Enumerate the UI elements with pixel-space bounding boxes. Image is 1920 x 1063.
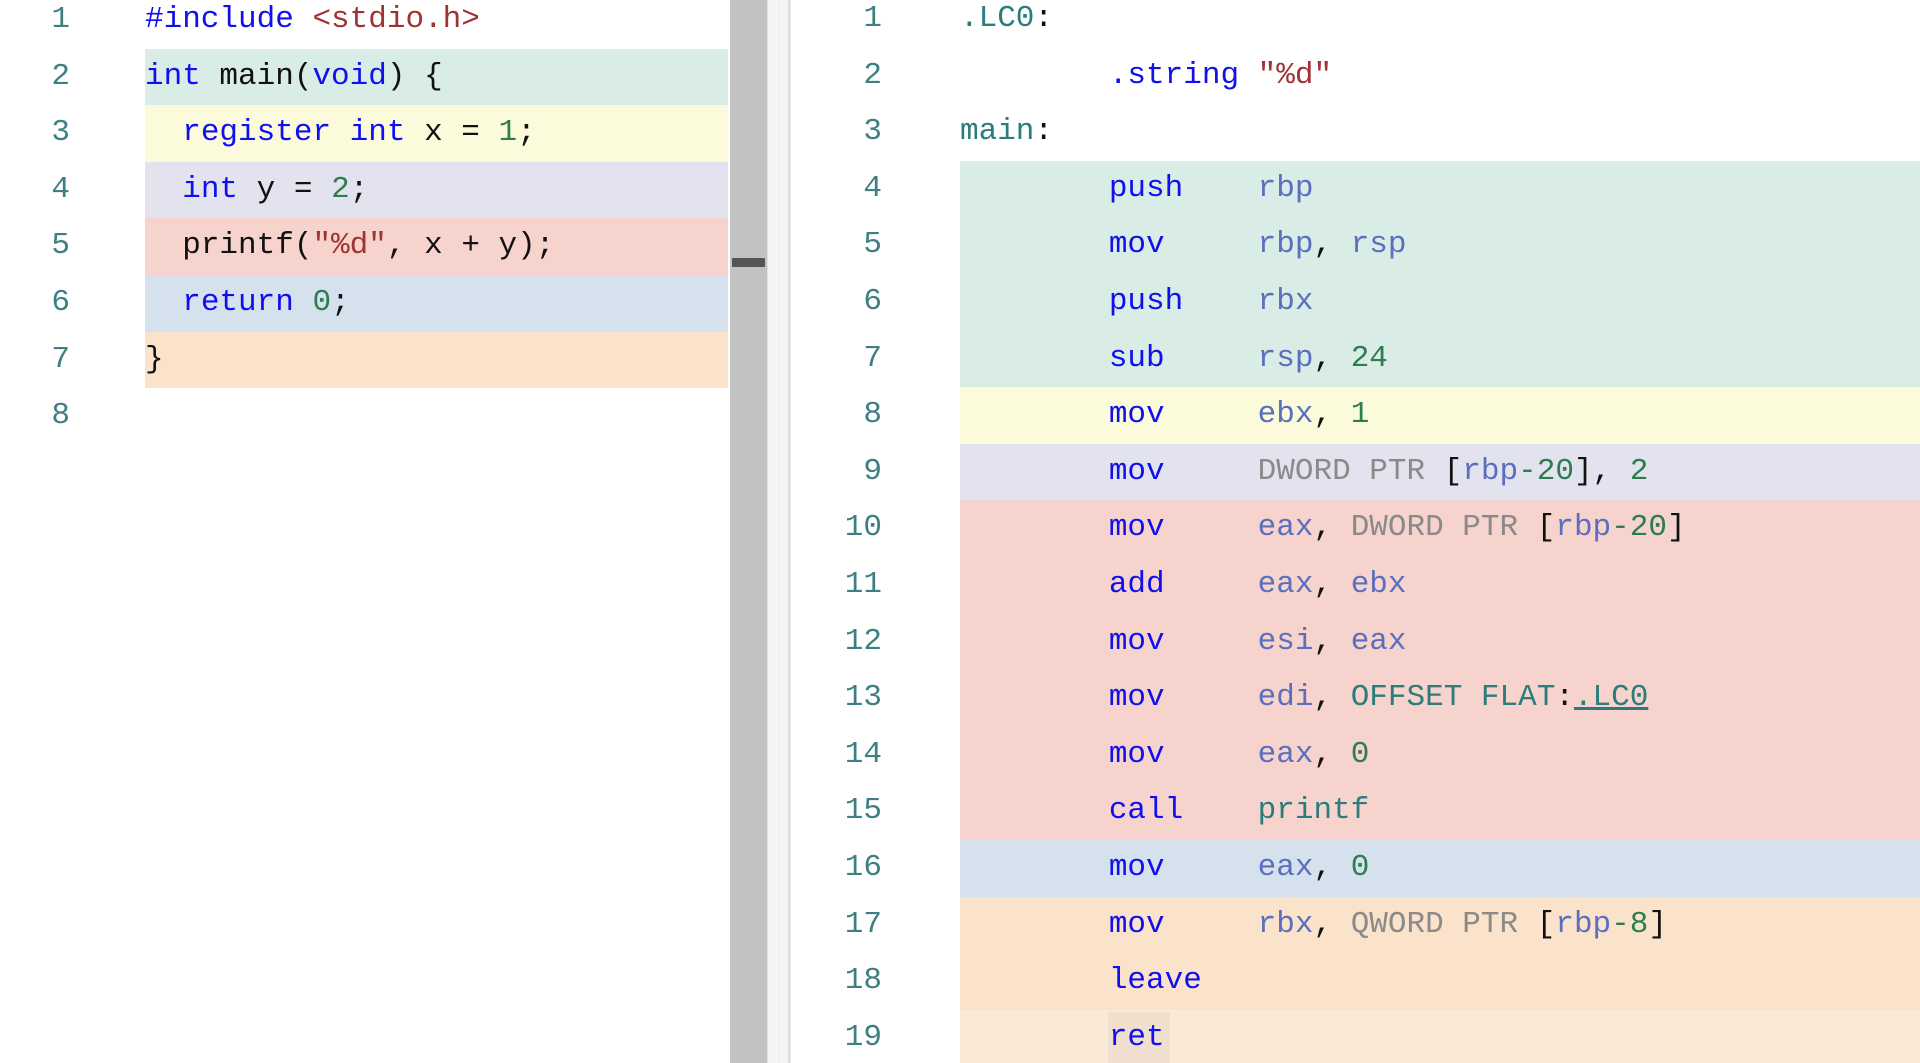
line-number: 18 [844, 963, 882, 999]
code-text[interactable]: return 0; [145, 275, 349, 332]
line-number: 7 [51, 341, 70, 377]
code-text[interactable]: ret [960, 1010, 1165, 1063]
pane-splitter[interactable] [767, 0, 790, 1063]
code-text[interactable]: .LC0: [960, 0, 1053, 48]
code-text[interactable]: push rbx [960, 274, 1314, 331]
line-number: 4 [863, 170, 882, 206]
code-text[interactable]: sub rsp, 24 [960, 331, 1388, 388]
code-text[interactable]: mov rbx, QWORD PTR [rbp-8] [960, 897, 1667, 954]
line-number: 10 [844, 510, 882, 546]
source-scrollbar-thumb[interactable] [732, 258, 765, 267]
editor-workspace: 1 #include <stdio.h> 2 int main(void) {3 re… [0, 0, 1920, 1063]
line-number: 19 [844, 1019, 882, 1055]
splitter-left-edge [767, 0, 768, 1063]
code-line[interactable]: 4 int y = 2; [0, 161, 730, 219]
line-number: 11 [844, 567, 882, 602]
line-number: 13 [844, 680, 882, 716]
code-text[interactable]: mov eax, DWORD PTR [rbp-20] [960, 500, 1686, 557]
code-line[interactable]: 5 mov rbp, rsp [790, 217, 1920, 274]
code-line[interactable]: 4 push rbp [790, 160, 1920, 218]
code-text[interactable]: mov eax, 0 [960, 840, 1369, 897]
code-line[interactable]: 6 return 0; [0, 275, 730, 332]
assembly-output-pane[interactable]: 1 .LC0: 2 .string "%d" 3 main: 4 push rbp 5 mo… [790, 0, 1920, 1063]
line-number: 8 [51, 398, 70, 434]
code-text[interactable]: mov edi, OFFSET FLAT:.LC0 [960, 670, 1649, 727]
code-line[interactable]: 7} [0, 331, 730, 389]
line-number: 2 [863, 57, 882, 93]
code-text[interactable]: main: [960, 104, 1053, 161]
line-number: 9 [863, 453, 882, 489]
code-line[interactable]: 1 #include <stdio.h> [0, 0, 730, 49]
code-line[interactable]: 2 int main(void) { [0, 48, 730, 106]
code-text[interactable]: add eax, ebx [960, 557, 1407, 614]
code-line[interactable]: 3 register int x = 1; [0, 105, 730, 162]
line-number: 3 [51, 115, 70, 151]
code-line[interactable]: 10 mov eax, DWORD PTR [rbp-20] [790, 500, 1920, 557]
code-line[interactable]: 14 mov eax, 0 [790, 726, 1920, 784]
code-line[interactable]: 1 .LC0: [790, 0, 1920, 48]
code-text[interactable]: int y = 2; [145, 162, 368, 219]
line-number: 17 [844, 906, 882, 942]
code-text[interactable]: mov DWORD PTR [rbp-20], 2 [960, 444, 1649, 501]
code-text[interactable]: leave [960, 953, 1202, 1010]
code-text[interactable]: mov rbp, rsp [960, 217, 1407, 274]
code-line[interactable]: 12 mov esi, eax [790, 613, 1920, 671]
line-number: 6 [863, 284, 882, 319]
line-number: 4 [51, 171, 70, 207]
line-number: 5 [51, 228, 70, 264]
code-text[interactable]: push rbp [960, 161, 1314, 218]
source-scrollbar-track[interactable] [730, 0, 767, 1063]
code-line[interactable]: 7 sub rsp, 24 [790, 330, 1920, 388]
code-line[interactable]: 15 call printf [790, 783, 1920, 840]
code-text[interactable]: mov eax, 0 [960, 727, 1369, 784]
source-code-pane[interactable]: 1 #include <stdio.h> 2 int main(void) {3 re… [0, 0, 730, 1063]
line-number: 1 [863, 1, 882, 36]
code-line[interactable]: 13 mov edi, OFFSET FLAT:.LC0 [790, 670, 1920, 727]
code-text[interactable]: printf("%d", x + y); [145, 218, 554, 275]
line-highlight [145, 331, 728, 389]
line-number: 14 [844, 736, 882, 772]
code-line[interactable]: 17 mov rbx, QWORD PTR [rbp-8] [790, 896, 1920, 954]
line-number: 16 [844, 850, 882, 885]
code-line[interactable]: 5 printf("%d", x + y); [0, 218, 730, 275]
code-text[interactable]: mov esi, eax [960, 614, 1407, 671]
code-text[interactable]: register int x = 1; [145, 105, 536, 162]
line-number: 8 [863, 397, 882, 433]
line-number: 2 [51, 58, 70, 94]
code-line[interactable]: 2 .string "%d" [790, 48, 1920, 105]
splitter-grip-icon [778, 0, 779, 1063]
code-line[interactable]: 16 mov eax, 0 [790, 840, 1920, 897]
code-text[interactable]: #include <stdio.h> [145, 0, 480, 49]
line-number: 6 [51, 285, 70, 320]
line-number: 3 [863, 114, 882, 150]
line-number: 12 [844, 623, 882, 659]
code-line[interactable]: 8 mov ebx, 1 [790, 387, 1920, 444]
line-number: 5 [863, 227, 882, 263]
line-number: 15 [844, 793, 882, 829]
code-line[interactable]: 8 [0, 388, 730, 445]
code-line[interactable]: 6 push rbx [790, 274, 1920, 331]
code-text[interactable]: } [145, 332, 164, 389]
code-line[interactable]: 18 leave [790, 953, 1920, 1010]
code-line[interactable]: 9 mov DWORD PTR [rbp-20], 2 [790, 443, 1920, 501]
code-line[interactable]: 19 ret [790, 1009, 1920, 1063]
line-number: 7 [863, 340, 882, 376]
code-line[interactable]: 11 add eax, ebx [790, 557, 1920, 614]
code-text[interactable]: .string "%d" [960, 48, 1332, 105]
code-text[interactable]: int main(void) { [145, 49, 443, 106]
line-number: 1 [51, 2, 70, 37]
code-text[interactable]: mov ebx, 1 [960, 387, 1369, 444]
code-line[interactable]: 3 main: [790, 104, 1920, 161]
code-text[interactable]: call printf [960, 783, 1369, 840]
